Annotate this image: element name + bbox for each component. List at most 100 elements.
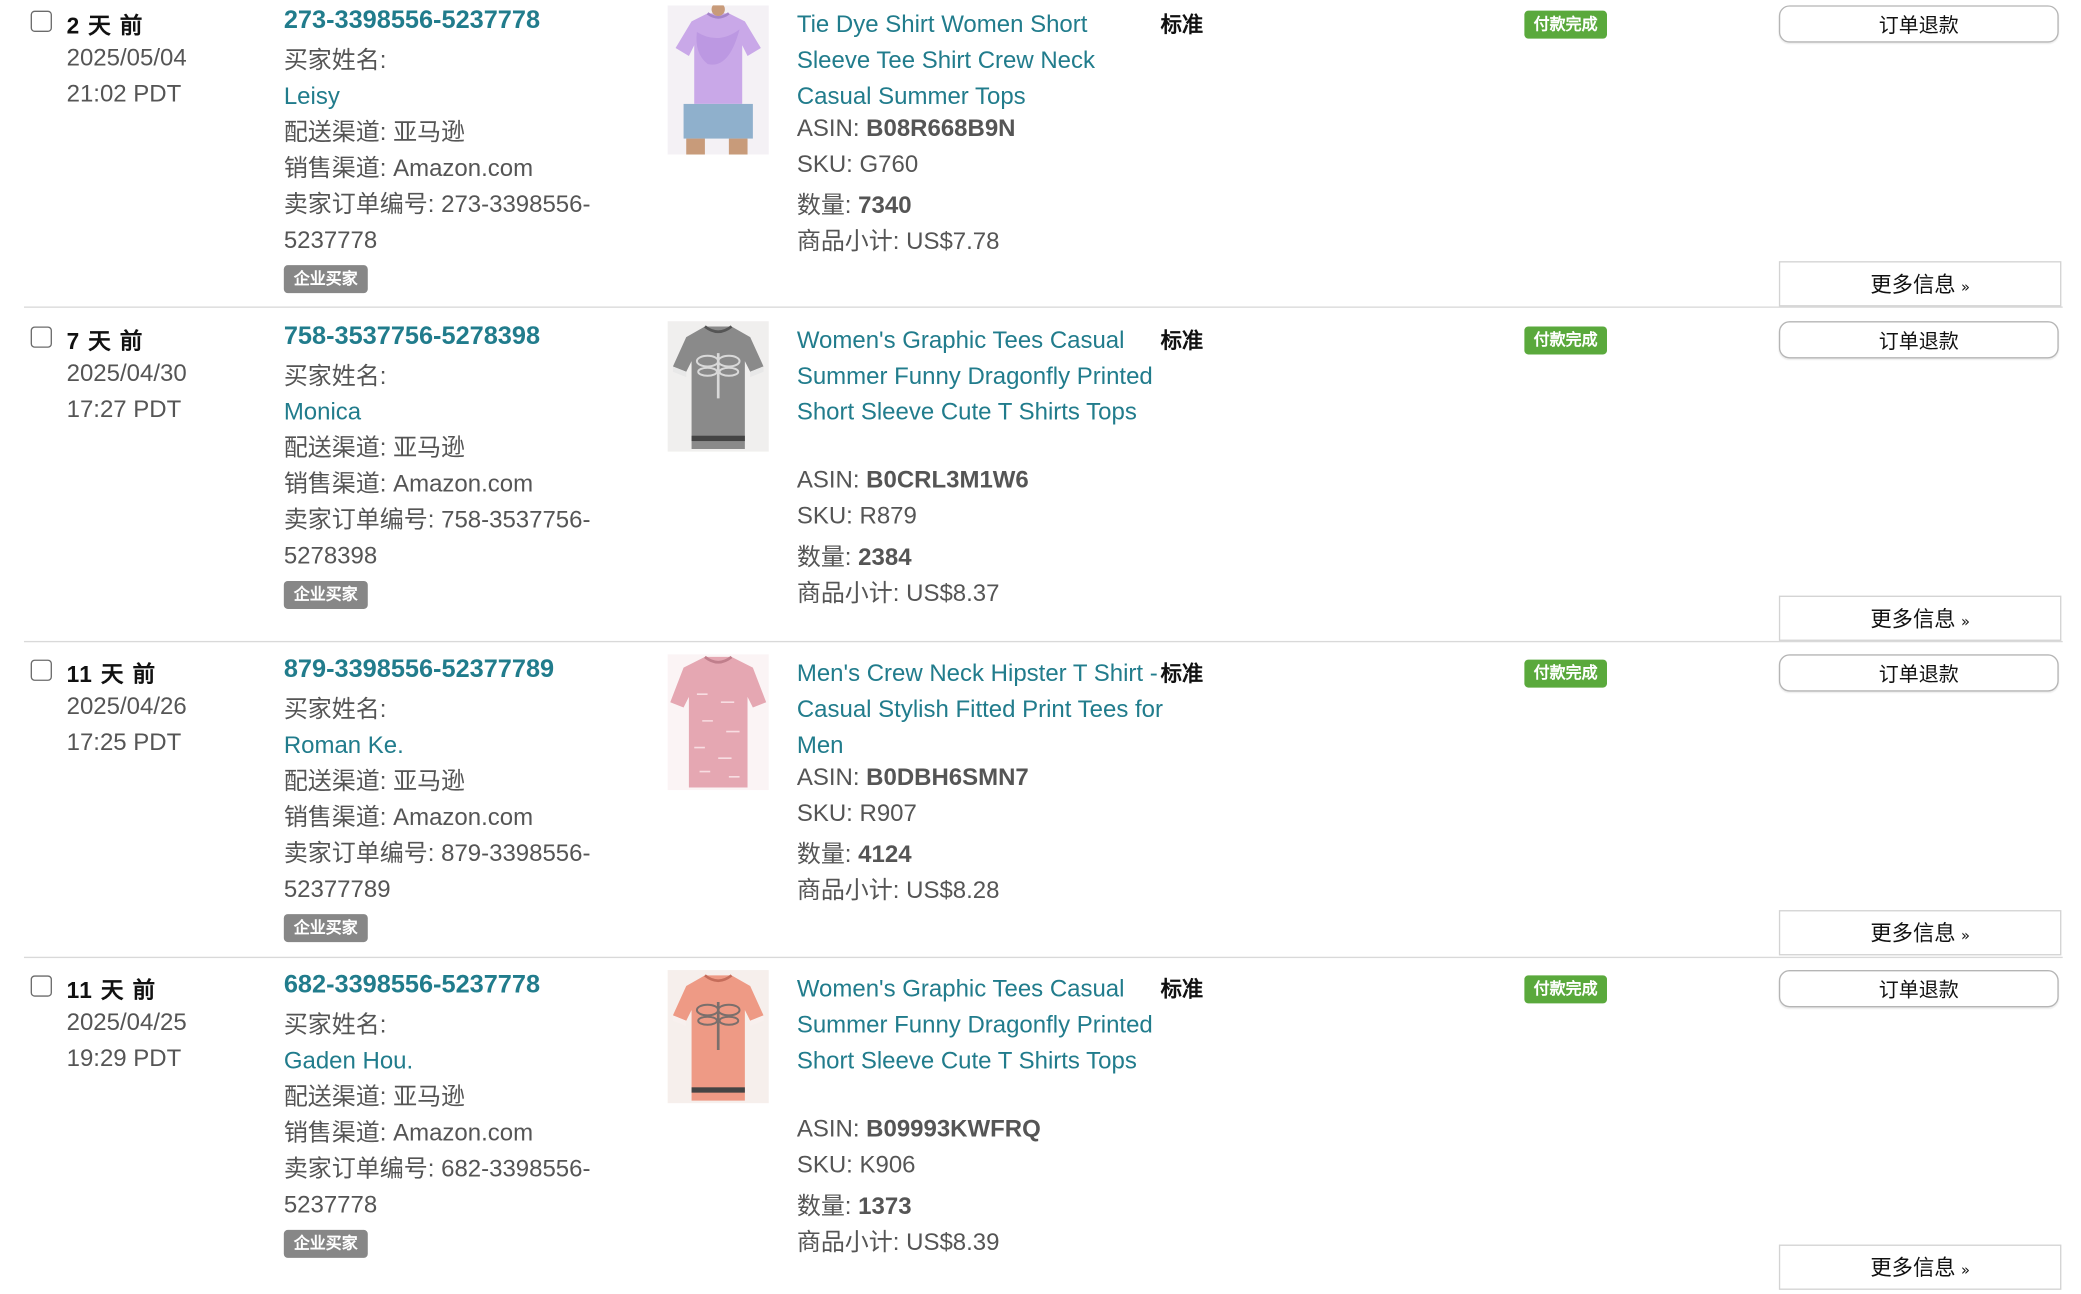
chevron-down-icon: » [1960,612,1970,631]
order-date: 2025/04/30 [66,359,187,387]
buyer-name-label: 买家姓名: [283,362,387,390]
product-asin: ASIN: B09993KWFRQ [796,1115,1041,1142]
product-asin: ASIN: B0CRL3M1W6 [796,466,1029,494]
chevron-down-icon: » [1960,1261,1970,1280]
order-age: 11 天 前 [66,978,157,1004]
row-divider [23,956,2063,959]
order-id-link[interactable]: 273-3398556-5237778 [284,7,540,36]
shipping-service: 标准 [1160,979,1204,1003]
product-subtotal: 商品小计: US$8.37 [796,579,1000,607]
seller-order-number: 卖家订单编号: 758-3537756- [283,506,591,533]
business-buyer-badge: 企业买家 [283,580,368,609]
order-row: 11 天 前 2025/04/26 17:25 PDT 879-3398556-… [24,649,2063,965]
seller-order-number: 卖家订单编号: 682-3398556- [283,1155,591,1182]
buyer-name-label: 买家姓名: [283,46,387,74]
product-subtotal: 商品小计: US$8.39 [796,1228,1000,1256]
ship-channel: 配送渠道: 亚马逊 [283,767,466,795]
order-id-link[interactable]: 879-3398556-52377789 [284,656,554,685]
product-image[interactable] [667,654,769,791]
order-row: 2 天 前 2025/05/04 21:02 PDT 273-3398556-5… [24,0,2063,316]
order-time: 21:02 PDT [66,79,182,107]
seller-order-number-cont: 52377789 [283,875,391,903]
seller-order-number: 卖家订单编号: 273-3398556- [283,190,591,218]
order-checkbox[interactable] [30,10,52,32]
product-sku: SKU: G760 [796,150,919,178]
sales-channel: 销售渠道: Amazon.com [283,1119,534,1146]
product-quantity: 数量: 7340 [796,191,912,219]
order-age: 2 天 前 [66,13,144,39]
buyer-name-link[interactable]: Monica [284,394,361,430]
payment-status-badge: 付款完成 [1524,975,1607,1004]
seller-order-number-cont: 5237778 [283,1191,378,1218]
more-info-button[interactable]: 更多信息» [1778,261,2062,307]
product-image[interactable] [667,970,769,1104]
product-sku: SKU: R907 [796,799,917,827]
sales-channel: 销售渠道: Amazon.com [283,470,534,498]
sales-channel: 销售渠道: Amazon.com [283,803,534,831]
seller-order-number-cont: 5237778 [283,226,378,254]
order-date: 2025/04/26 [66,692,187,720]
business-buyer-badge: 企业买家 [283,914,368,943]
shipping-service: 标准 [1160,14,1204,38]
product-sku: SKU: R879 [796,502,917,530]
order-age: 11 天 前 [66,662,157,688]
shipping-service: 标准 [1160,663,1204,687]
payment-status-badge: 付款完成 [1524,659,1607,688]
order-checkbox[interactable] [30,326,52,348]
ship-channel: 配送渠道: 亚马逊 [283,434,466,462]
more-info-button[interactable]: 更多信息» [1778,595,2062,641]
business-buyer-badge: 企业买家 [283,265,368,294]
order-date: 2025/04/25 [66,1008,187,1036]
row-divider [23,640,2063,643]
product-quantity: 数量: 1373 [796,1192,912,1220]
business-buyer-badge: 企业买家 [283,1229,368,1258]
chevron-down-icon: » [1960,927,1970,945]
order-row: 7 天 前 2025/04/30 17:27 PDT 758-3537756-5… [24,316,2063,649]
row-divider [23,306,2063,308]
more-info-button[interactable]: 更多信息» [1778,910,2062,956]
refund-order-button[interactable]: 订单退款 [1778,654,2059,692]
order-time: 19:29 PDT [66,1044,182,1072]
refund-order-button[interactable]: 订单退款 [1778,5,2059,43]
product-quantity: 数量: 4124 [796,840,912,868]
product-image[interactable] [667,5,769,155]
order-time: 17:27 PDT [66,395,182,423]
ship-channel: 配送渠道: 亚马逊 [283,1083,466,1110]
product-quantity: 数量: 2384 [796,543,912,571]
product-title-link[interactable]: Tie Dye Shirt Women Short Sleeve Tee Shi… [797,7,1159,115]
ship-channel: 配送渠道: 亚马逊 [283,118,466,146]
order-date: 2025/05/04 [66,43,187,71]
order-row: 11 天 前 2025/04/25 19:29 PDT 682-3398556-… [24,965,2063,1290]
buyer-name-link[interactable]: Leisy [284,79,340,115]
order-id-link[interactable]: 758-3537756-5278398 [284,322,540,351]
product-title-link[interactable]: Women's Graphic Tees Casual Summer Funny… [797,322,1159,430]
order-checkbox[interactable] [30,975,52,997]
refund-order-button[interactable]: 订单退款 [1778,970,2059,1008]
buyer-name-link[interactable]: Gaden Hou. [284,1043,413,1079]
product-title-link[interactable]: Men's Crew Neck Hipster T Shirt - Casual… [797,656,1170,764]
product-asin: ASIN: B08R668B9N [796,114,1016,142]
product-subtotal: 商品小计: US$7.78 [796,227,1000,255]
seller-order-number: 卖家订单编号: 879-3398556- [283,839,591,867]
buyer-name-label: 买家姓名: [283,695,387,723]
buyer-name-label: 买家姓名: [283,1011,387,1039]
shipping-service: 标准 [1160,330,1204,354]
more-info-button[interactable]: 更多信息» [1778,1244,2062,1290]
order-checkbox[interactable] [30,659,52,681]
product-image[interactable] [667,321,769,452]
refund-order-button[interactable]: 订单退款 [1778,321,2059,359]
product-sku: SKU: K906 [796,1151,916,1178]
chevron-down-icon: » [1960,278,1970,296]
payment-status-badge: 付款完成 [1524,326,1607,355]
order-id-link[interactable]: 682-3398556-5237778 [284,971,540,1000]
product-title-link[interactable]: Women's Graphic Tees Casual Summer Funny… [797,971,1159,1079]
order-time: 17:25 PDT [66,728,182,756]
orders-list: 2 天 前 2025/05/04 21:02 PDT 273-3398556-5… [0,0,2081,1290]
seller-order-number-cont: 5278398 [283,542,378,569]
product-asin: ASIN: B0DBH6SMN7 [796,763,1029,791]
sales-channel: 销售渠道: Amazon.com [283,154,534,182]
product-subtotal: 商品小计: US$8.28 [796,876,1000,904]
order-age: 7 天 前 [66,329,144,355]
buyer-name-link[interactable]: Roman Ke. [284,728,404,764]
payment-status-badge: 付款完成 [1524,10,1607,39]
